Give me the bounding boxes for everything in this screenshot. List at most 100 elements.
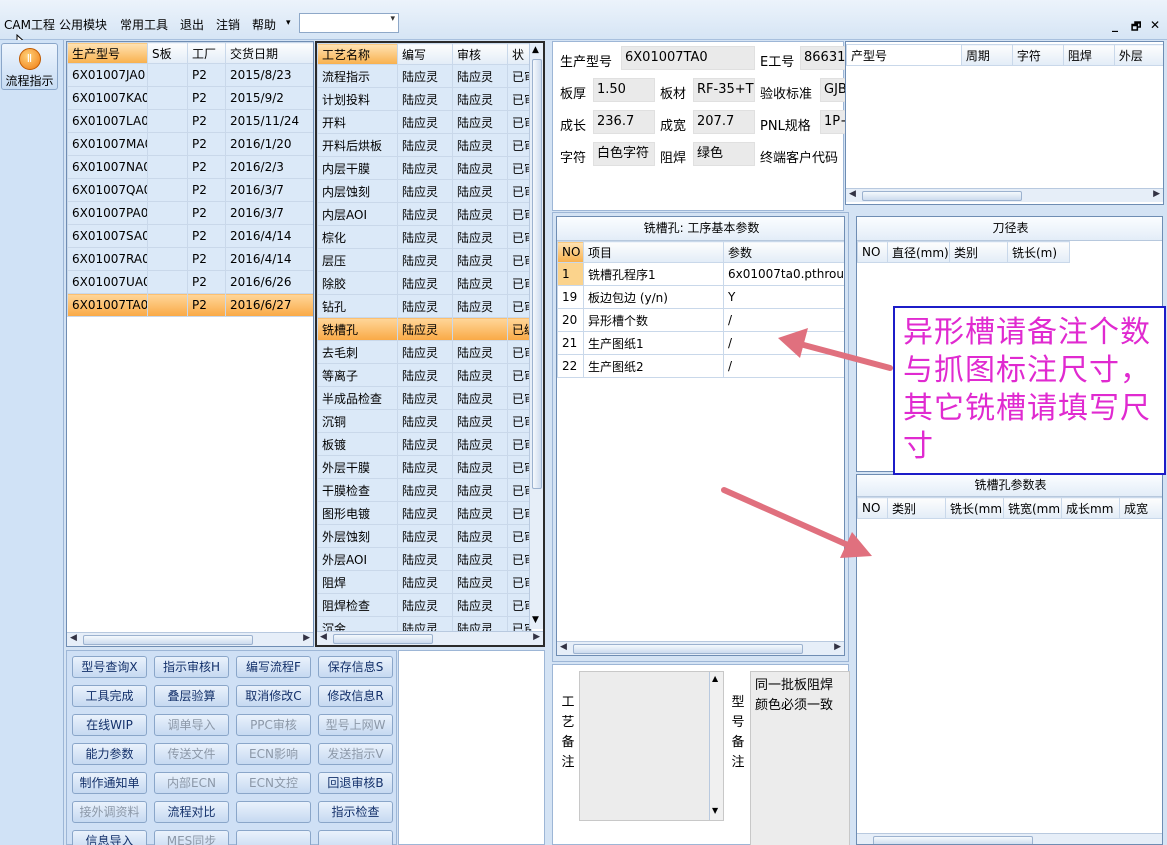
- process-cell-reviewer[interactable]: 陆应灵: [452, 340, 508, 364]
- process-cell-status[interactable]: 已审: [507, 64, 532, 88]
- process-cell-reviewer[interactable]: 陆应灵: [452, 87, 508, 111]
- process-cell-status[interactable]: 已审: [507, 409, 532, 433]
- process-cell-author[interactable]: 陆应灵: [397, 110, 453, 134]
- model-cell-s-board[interactable]: [147, 247, 188, 271]
- process-row[interactable]: 等离子陆应灵陆应灵已审: [317, 363, 532, 387]
- action-button-信息导入[interactable]: 信息导入: [72, 830, 147, 845]
- model-row[interactable]: 6X01007QA0 P2 2016/3/7: [67, 178, 313, 202]
- process-cell-reviewer[interactable]: 陆应灵: [452, 225, 508, 249]
- scroll-left-icon[interactable]: ◀: [70, 633, 77, 643]
- process-cell-reviewer[interactable]: 陆应灵: [452, 386, 508, 410]
- process-cell-reviewer[interactable]: 陆应灵: [452, 202, 508, 226]
- col-header-param[interactable]: 参数: [723, 241, 844, 263]
- action-button-blank[interactable]: [318, 830, 393, 845]
- process-row[interactable]: 内层干膜陆应灵陆应灵已审: [317, 156, 532, 180]
- col-header-mill-length[interactable]: 铣长(mm): [945, 497, 1004, 519]
- process-cell-author[interactable]: 陆应灵: [397, 363, 453, 387]
- process-cell-author[interactable]: 陆应灵: [397, 133, 453, 157]
- action-button-内部ECN[interactable]: 内部ECN: [154, 772, 229, 794]
- process-cell-author[interactable]: 陆应灵: [397, 225, 453, 249]
- menu-common-tools[interactable]: 常用工具: [120, 16, 168, 33]
- right-top-hscroll[interactable]: ◀ ▶: [846, 188, 1163, 202]
- action-button-保存信息S[interactable]: 保存信息S: [318, 656, 393, 678]
- model-cell-delivery-date[interactable]: 2015/11/24: [225, 109, 313, 133]
- process-row[interactable]: 阻焊陆应灵陆应灵已审: [317, 570, 532, 594]
- model-cell-s-board[interactable]: [147, 178, 188, 202]
- scroll-right-icon[interactable]: ▶: [533, 632, 540, 642]
- model-cell-s-board[interactable]: [147, 270, 188, 294]
- process-cell-process-name[interactable]: 内层干膜: [317, 156, 398, 180]
- model-row[interactable]: 6X01007TA0 P2 2016/6/27: [67, 293, 313, 317]
- process-cell-status[interactable]: 已审: [507, 225, 532, 249]
- solder-mask-field[interactable]: 绿色: [693, 142, 755, 166]
- process-cell-status[interactable]: 已审: [507, 501, 532, 525]
- process-cell-author[interactable]: 陆应灵: [397, 501, 453, 525]
- process-cell-status[interactable]: 已审: [507, 593, 532, 617]
- scroll-down-icon[interactable]: ▼: [712, 806, 718, 815]
- action-button-调单导入[interactable]: 调单导入: [154, 714, 229, 736]
- process-cell-reviewer[interactable]: 陆应灵: [452, 110, 508, 134]
- process-cell-process-name[interactable]: 钻孔: [317, 294, 398, 318]
- process-cell-reviewer[interactable]: 陆应灵: [452, 248, 508, 272]
- process-row[interactable]: 去毛刺陆应灵陆应灵已审: [317, 340, 532, 364]
- action-button-发送指示V[interactable]: 发送指示V: [318, 743, 393, 765]
- process-cell-status[interactable]: 已审: [507, 202, 532, 226]
- process-cell-process-name[interactable]: 阻焊: [317, 570, 398, 594]
- process-row[interactable]: 开料陆应灵陆应灵已审: [317, 110, 532, 134]
- model-row[interactable]: 6X01007RA0 P2 2016/4/14: [67, 247, 313, 271]
- action-button-能力参数[interactable]: 能力参数: [72, 743, 147, 765]
- action-button-编写流程F[interactable]: 编写流程F: [236, 656, 311, 678]
- action-button-ECN影响[interactable]: ECN影响: [236, 743, 311, 765]
- model-cell-delivery-date[interactable]: 2015/9/2: [225, 86, 313, 110]
- action-button-型号上网W[interactable]: 型号上网W: [318, 714, 393, 736]
- col-header-factory[interactable]: 工厂: [187, 42, 226, 64]
- process-cell-status[interactable]: 已审: [507, 455, 532, 479]
- action-button-PPC审核[interactable]: PPC审核: [236, 714, 311, 736]
- process-row[interactable]: 棕化陆应灵陆应灵已审: [317, 225, 532, 249]
- model-cell-s-board[interactable]: [147, 132, 188, 156]
- process-cell-process-name[interactable]: 图形电镀: [317, 501, 398, 525]
- thickness-field[interactable]: 1.50: [593, 78, 655, 102]
- col-header-cycle[interactable]: 周期: [960, 44, 1013, 66]
- model-row[interactable]: 6X01007UA0 P2 2016/6/26: [67, 270, 313, 294]
- process-row[interactable]: 外层干膜陆应灵陆应灵已审: [317, 455, 532, 479]
- process-row[interactable]: 除胶陆应灵陆应灵已审: [317, 271, 532, 295]
- process-cell-reviewer[interactable]: 陆应灵: [452, 570, 508, 594]
- process-cell-author[interactable]: 陆应灵: [397, 570, 453, 594]
- action-button-传送文件[interactable]: 传送文件: [154, 743, 229, 765]
- model-list-hscroll[interactable]: ◀ ▶: [67, 632, 313, 646]
- action-button-取消修改C[interactable]: 取消修改C: [236, 685, 311, 707]
- process-cell-status[interactable]: 已审: [507, 294, 532, 318]
- col-header-mill-width[interactable]: 铣宽(mm): [1003, 497, 1062, 519]
- process-cell-status[interactable]: 已审: [507, 340, 532, 364]
- process-cell-process-name[interactable]: 流程指示: [317, 64, 398, 88]
- model-cell-factory[interactable]: P2: [187, 86, 226, 110]
- model-cell-delivery-date[interactable]: 2016/4/14: [225, 247, 313, 271]
- process-row[interactable]: 钻孔陆应灵陆应灵已审: [317, 294, 532, 318]
- process-cell-author[interactable]: 陆应灵: [397, 179, 453, 203]
- col-header-model[interactable]: 产型号: [846, 44, 962, 66]
- process-cell-reviewer[interactable]: 陆应灵: [452, 524, 508, 548]
- width-field[interactable]: 207.7: [693, 110, 755, 134]
- col-header-no[interactable]: NO: [557, 241, 584, 263]
- scroll-thumb[interactable]: [873, 836, 1033, 844]
- process-row[interactable]: 干膜检查陆应灵陆应灵已审: [317, 478, 532, 502]
- model-cell-s-board[interactable]: [147, 86, 188, 110]
- process-cell-reviewer[interactable]: 陆应灵: [452, 133, 508, 157]
- action-button-指示审核H[interactable]: 指示审核H: [154, 656, 229, 678]
- process-row[interactable]: 内层蚀刻陆应灵陆应灵已审: [317, 179, 532, 203]
- col-header-reviewer[interactable]: 审核: [452, 43, 508, 65]
- model-cell-delivery-date[interactable]: 2016/2/3: [225, 155, 313, 179]
- process-row[interactable]: 沉铜陆应灵陆应灵已审: [317, 409, 532, 433]
- model-cell-model[interactable]: 6X01007UA0: [67, 270, 148, 294]
- model-cell-factory[interactable]: P2: [187, 109, 226, 133]
- param-cell-param[interactable]: 6x01007ta0.pthrou: [723, 262, 844, 286]
- process-row[interactable]: 外层AOI陆应灵陆应灵已审: [317, 547, 532, 571]
- process-cell-status[interactable]: 已审: [507, 87, 532, 111]
- process-cell-process-name[interactable]: 棕化: [317, 225, 398, 249]
- model-cell-model[interactable]: 6X01007KA0: [67, 86, 148, 110]
- param-cell-no[interactable]: 19: [557, 285, 584, 309]
- col-header-outer[interactable]: 外层: [1113, 44, 1163, 66]
- process-cell-status[interactable]: 已审: [507, 248, 532, 272]
- process-cell-process-name[interactable]: 外层干膜: [317, 455, 398, 479]
